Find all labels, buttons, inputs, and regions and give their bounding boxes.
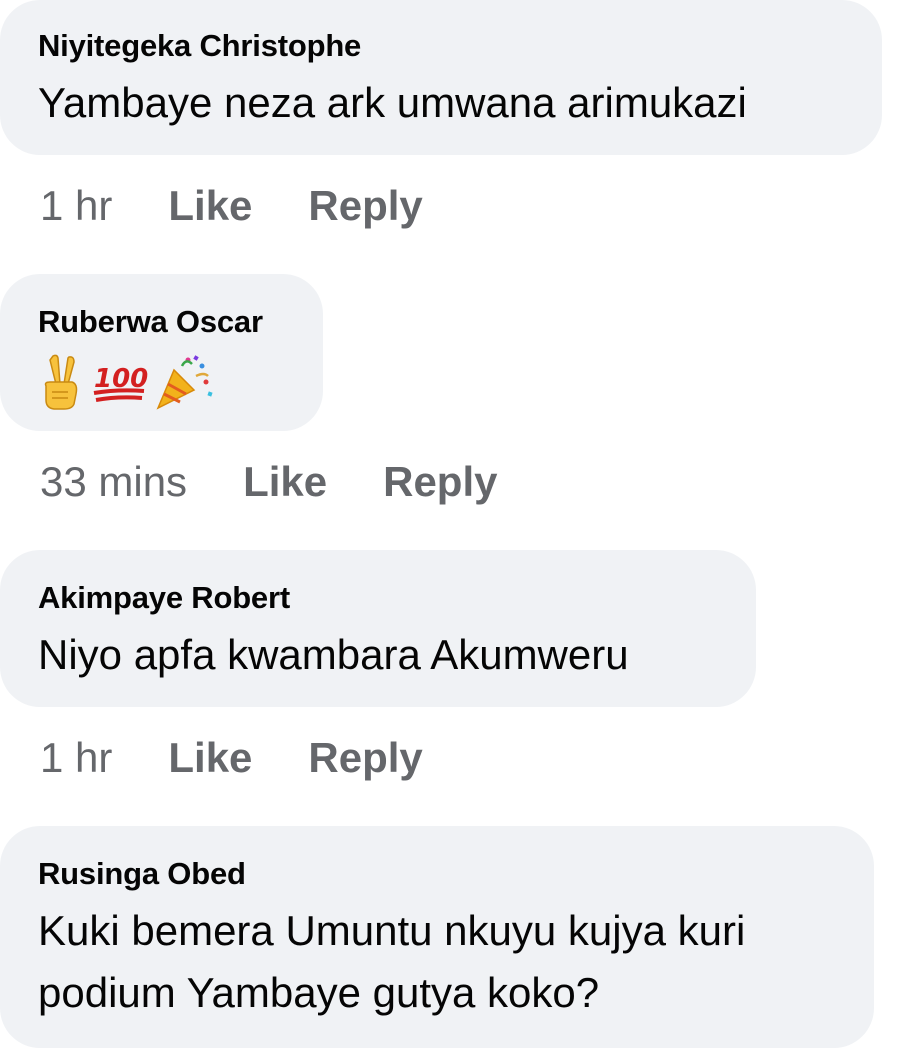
comment-1: Niyitegeka Christophe Yambaye neza ark u… — [0, 0, 882, 155]
comment-bubble: Niyitegeka Christophe Yambaye neza ark u… — [0, 0, 882, 155]
like-button[interactable]: Like — [168, 734, 252, 782]
comment-actions: 1 hr Like Reply — [40, 176, 423, 236]
comment-2: Ruberwa Oscar 100 — [0, 274, 323, 431]
comment-3: Akimpaye Robert Niyo apfa kwambara Akumw… — [0, 550, 756, 707]
comment-4: Rusinga Obed Kuki bemera Umuntu nkuyu ku… — [0, 826, 874, 1048]
hundred-points-icon: 100 — [93, 364, 148, 402]
comment-timestamp[interactable]: 1 hr — [40, 182, 112, 230]
comment-actions: 1 hr Like Reply — [40, 728, 423, 788]
comment-text-line: Kuki bemera Umuntu nkuyu kujya kuri — [38, 907, 746, 954]
reply-button[interactable]: Reply — [308, 734, 422, 782]
comment-bubble: Akimpaye Robert Niyo apfa kwambara Akumw… — [0, 550, 756, 707]
comment-author[interactable]: Ruberwa Oscar — [38, 302, 285, 342]
comment-text-line: podium Yambaye gutya koko? — [38, 969, 600, 1016]
victory-hand-icon — [44, 354, 78, 410]
comment-author[interactable]: Rusinga Obed — [38, 854, 836, 894]
like-button[interactable]: Like — [243, 458, 327, 506]
comment-actions: 33 mins Like Reply — [40, 452, 497, 512]
party-popper-icon — [156, 355, 213, 410]
emoji-row: 100 — [38, 354, 285, 410]
reply-button[interactable]: Reply — [308, 182, 422, 230]
like-button[interactable]: Like — [168, 182, 252, 230]
comment-author[interactable]: Niyitegeka Christophe — [38, 26, 844, 66]
comment-author[interactable]: Akimpaye Robert — [38, 578, 718, 618]
comment-bubble: Ruberwa Oscar 100 — [0, 274, 323, 431]
comment-text: Niyo apfa kwambara Akumweru — [38, 631, 629, 678]
comment-timestamp[interactable]: 33 mins — [40, 458, 187, 506]
comment-bubble: Rusinga Obed Kuki bemera Umuntu nkuyu ku… — [0, 826, 874, 1048]
reply-button[interactable]: Reply — [383, 458, 497, 506]
comment-text: Yambaye neza ark umwana arimukazi — [38, 79, 747, 126]
comment-timestamp[interactable]: 1 hr — [40, 734, 112, 782]
